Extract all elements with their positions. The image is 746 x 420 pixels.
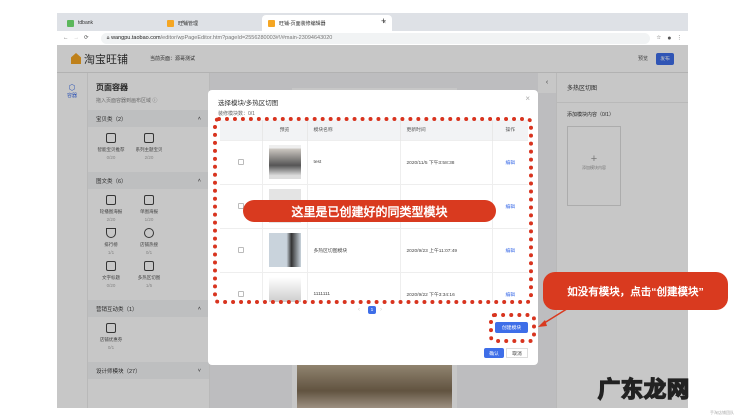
watermark-logo: 广东龙网	[597, 376, 691, 403]
confirm-button[interactable]: 确认	[484, 348, 504, 358]
tab-page-editor[interactable]: 旺铺-页面装修编辑器 ×	[262, 15, 392, 31]
tab-label: tdbank	[78, 20, 94, 26]
close-icon[interactable]: ×	[525, 94, 530, 103]
profile-icon[interactable]: ●	[667, 35, 671, 42]
next-page-icon[interactable]: ›	[380, 307, 382, 313]
url-input[interactable]: 🔒︎ wangpu.taobao.com/editor/wpPageEditor…	[100, 32, 651, 44]
watermark-credit: 手淘店铺团队	[710, 410, 734, 415]
tab-label: 旺铺管理	[178, 20, 199, 27]
star-icon[interactable]: ☆	[656, 35, 661, 41]
dialog-title: 选择模块/多热区切图	[218, 100, 279, 107]
cancel-button[interactable]: 取消	[506, 348, 528, 358]
prev-page-icon[interactable]: ‹	[358, 307, 360, 313]
module-count: 装修模块数：0/1	[218, 111, 255, 117]
menu-icon[interactable]: ⋮	[677, 35, 683, 41]
tab-label: 旺铺-页面装修编辑器	[279, 20, 326, 27]
forward-icon[interactable]: →	[74, 35, 80, 41]
url-host: wangpu.taobao.com	[111, 35, 161, 41]
url-path: /editor/wpPageEditor.htm?pageId=25562800…	[160, 35, 333, 41]
arrow-icon	[538, 306, 571, 327]
new-tab-button[interactable]: +	[381, 16, 386, 26]
address-bar: ← → ⟳ 🔒︎ wangpu.taobao.com/editor/wpPageEd…	[57, 31, 688, 45]
page-1-button[interactable]: 1	[368, 306, 376, 314]
back-icon[interactable]: ←	[63, 35, 69, 41]
annotation-banner: 这里是已创建好的同类型模块	[243, 200, 496, 222]
reload-icon[interactable]: ⟳	[84, 35, 89, 41]
highlight-create-outline	[489, 313, 536, 343]
tab-bar: tdbank× 旺铺管理× 旺铺-页面装修编辑器× +	[57, 13, 688, 31]
